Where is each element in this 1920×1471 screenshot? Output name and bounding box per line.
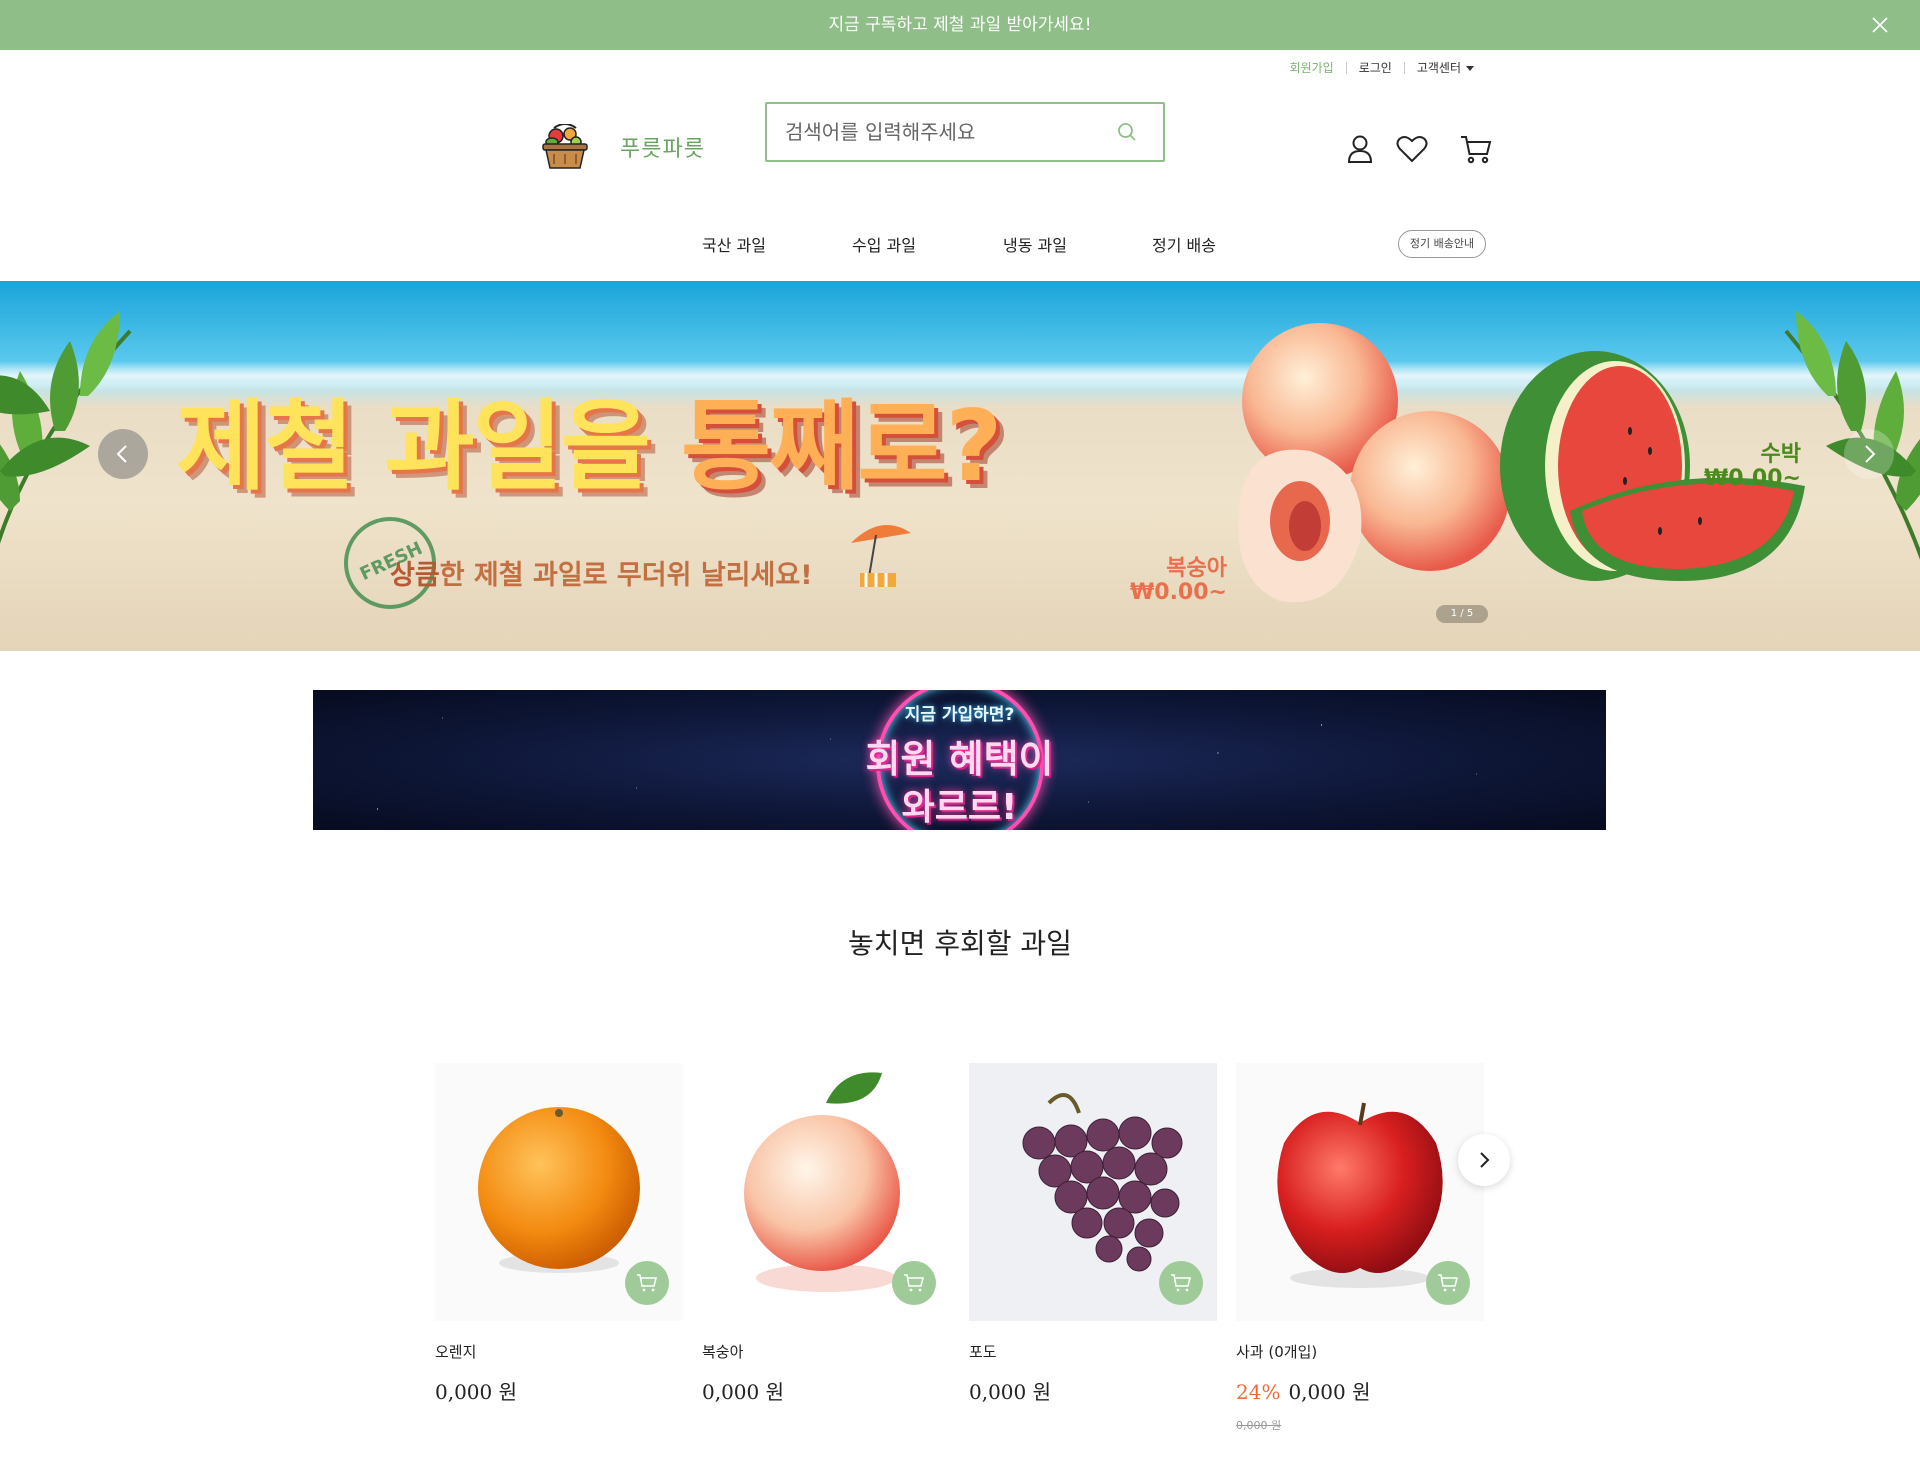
add-to-cart-button[interactable] — [625, 1261, 669, 1305]
hero-title-a: 제철 과일을 — [176, 390, 682, 504]
heart-icon[interactable] — [1396, 134, 1428, 164]
utility-links: 회원가입 로그인 고객센터 — [1278, 62, 1486, 74]
product-name[interactable]: 오렌지 — [435, 1341, 683, 1362]
product-card[interactable]: 사과 (0개입) 24% 0,000 원 0,000 원 — [1236, 1063, 1484, 1433]
cart-icon — [637, 1274, 658, 1292]
header-actions — [1346, 134, 1492, 164]
watermelon-label: 수박 — [1760, 442, 1801, 467]
product-card[interactable]: 오렌지 0,000 원 — [435, 1063, 683, 1405]
promo-line-2: 회원 혜택이 — [865, 737, 1054, 781]
product-card[interactable]: 포도 0,000 원 — [969, 1063, 1217, 1405]
product-image[interactable] — [969, 1063, 1217, 1321]
beach-umbrella-image — [851, 525, 911, 587]
product-name[interactable]: 복숭아 — [702, 1341, 950, 1362]
cart-icon — [904, 1274, 925, 1292]
chevron-left-icon — [116, 445, 127, 463]
search-icon[interactable] — [1117, 122, 1137, 142]
hero-prev-button[interactable] — [98, 429, 148, 479]
announcement-bar: 지금 구독하고 제철 과일 받아가세요! — [0, 0, 1920, 50]
signup-promo-banner[interactable]: 지금 가입하면? 회원 혜택이 와르르! — [313, 690, 1606, 830]
main-nav: 국산 과일 수입 과일 냉동 과일 정기 배송 정기 배송안내 — [0, 230, 1920, 258]
hero-sub-a: 상큼 — [390, 560, 440, 591]
original-price: 0,000 원 — [1236, 1419, 1282, 1432]
nav-item-subscription[interactable]: 정기 배송 — [1152, 232, 1216, 256]
peach-price-tag: 복숭아 ₩0.00~ — [1130, 557, 1227, 605]
search-input[interactable] — [767, 104, 1087, 160]
promo-line-1: 지금 가입하면? — [904, 705, 1015, 725]
cart-icon — [1438, 1274, 1459, 1292]
search-box — [765, 102, 1165, 162]
hero-next-button[interactable] — [1844, 429, 1894, 479]
announcement-text[interactable]: 지금 구독하고 제철 과일 받아가세요! — [828, 15, 1091, 35]
watermelon-image — [1500, 351, 1805, 581]
promo-line-3: 와르르! — [901, 787, 1018, 828]
login-link[interactable]: 로그인 — [1345, 62, 1404, 74]
subscription-guide-button[interactable]: 정기 배송안내 — [1398, 230, 1486, 258]
discount-rate: 24% — [1236, 1380, 1281, 1404]
products-next-button[interactable] — [1458, 1134, 1510, 1186]
peach-image — [1238, 323, 1510, 603]
palm-leaf-left-image — [0, 311, 132, 544]
watermelon-price-tag: 수박 ₩0.00~ — [1704, 443, 1801, 491]
product-name[interactable]: 포도 — [969, 1341, 1217, 1362]
product-list: 오렌지 0,000 원 복숭아 0,000 원 포도 0,000 원 사과 (0… — [435, 1063, 1485, 1443]
product-price: 24% 0,000 원 — [1236, 1376, 1484, 1405]
nav-item-frozen[interactable]: 냉동 과일 — [1003, 232, 1067, 256]
product-image[interactable] — [1236, 1063, 1484, 1321]
add-to-cart-button[interactable] — [1426, 1261, 1470, 1305]
peach-price: ₩0.00~ — [1130, 580, 1227, 605]
cart-icon — [1171, 1274, 1192, 1292]
chevron-right-icon — [1865, 445, 1876, 463]
product-card[interactable]: 복숭아 0,000 원 — [702, 1063, 950, 1405]
chevron-right-icon — [1480, 1152, 1490, 1168]
hero-pager: 1 / 5 — [1436, 605, 1488, 623]
nav-item-imported[interactable]: 수입 과일 — [852, 232, 916, 256]
product-price: 0,000 원 — [969, 1380, 1052, 1404]
product-price: 0,000 원 — [435, 1380, 518, 1404]
signup-link[interactable]: 회원가입 — [1278, 62, 1346, 74]
section-title: 놓치면 후회할 과일 — [848, 927, 1072, 960]
close-icon[interactable] — [1868, 13, 1892, 37]
caret-down-icon — [1466, 66, 1474, 71]
add-to-cart-button[interactable] — [1159, 1261, 1203, 1305]
hero-sub-b: 한 제철 과일로 무더위 날리세요! — [439, 560, 813, 591]
watermelon-price: ₩0.00~ — [1704, 466, 1801, 491]
product-name[interactable]: 사과 (0개입) — [1236, 1341, 1484, 1362]
cart-icon[interactable] — [1460, 134, 1492, 164]
logo[interactable]: 푸릇파릇 — [540, 124, 705, 170]
product-price: 0,000 원 — [702, 1380, 785, 1404]
peach-label: 복숭아 — [1166, 556, 1227, 581]
support-label: 고객센터 — [1416, 61, 1461, 75]
sale-price: 0,000 원 — [1288, 1380, 1371, 1404]
product-image[interactable] — [435, 1063, 683, 1321]
hero-title: 제철 과일을 통째로? — [176, 367, 1002, 509]
hero-banner[interactable]: 제철 과일을 통째로? FRESH 상큼한 제철 과일로 무더위 날리세요! 복… — [0, 281, 1920, 651]
nav-item-domestic[interactable]: 국산 과일 — [702, 232, 766, 256]
hero-subtitle: 상큼한 제철 과일로 무더위 날리세요! — [390, 553, 813, 592]
add-to-cart-button[interactable] — [892, 1261, 936, 1305]
brand-name: 푸릇파릇 — [620, 137, 705, 162]
support-link[interactable]: 고객센터 — [1403, 61, 1486, 75]
user-icon[interactable] — [1346, 134, 1374, 164]
product-image[interactable] — [702, 1063, 950, 1321]
fruit-basket-icon — [542, 124, 588, 169]
hero-title-b: 통째로? — [681, 390, 1002, 504]
